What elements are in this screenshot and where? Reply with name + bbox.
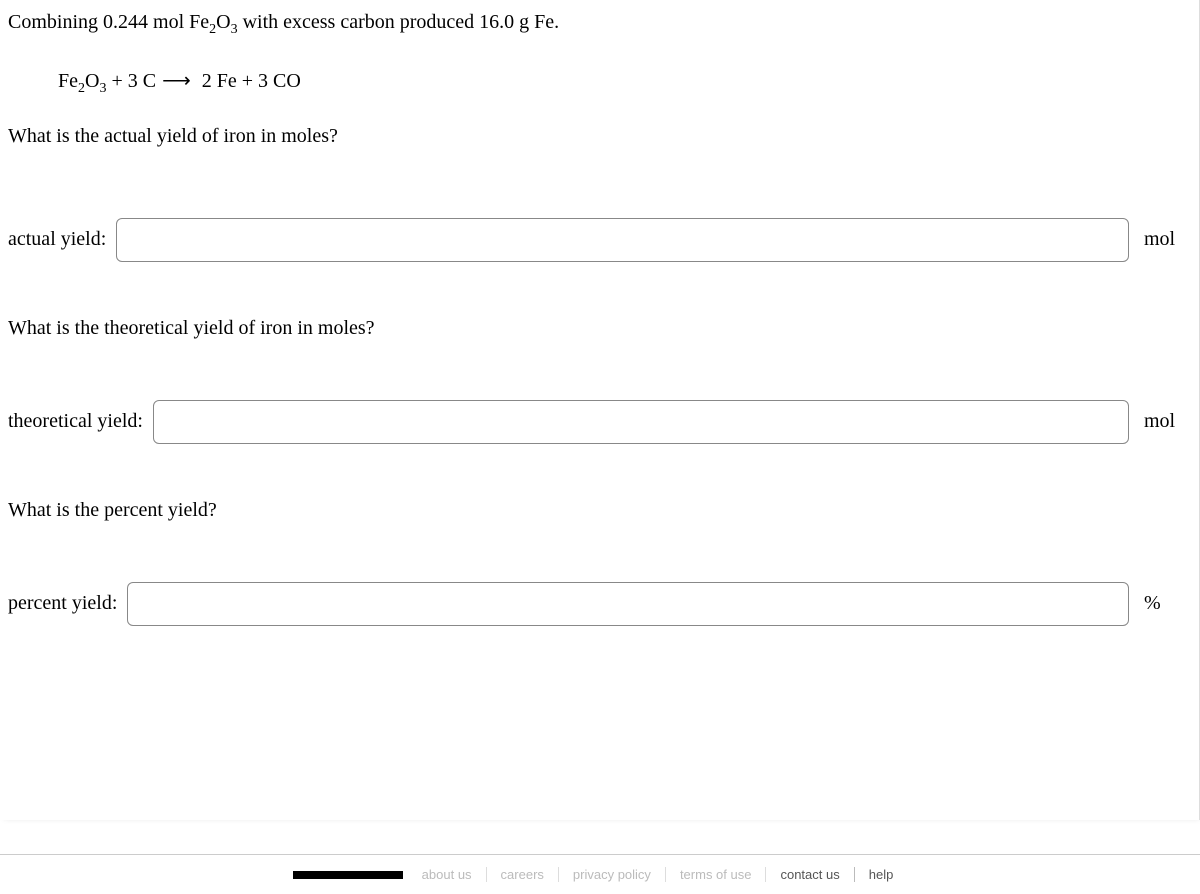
percent-yield-input[interactable] (127, 582, 1129, 626)
percent-yield-label: percent yield: (8, 592, 117, 615)
question-2: What is the theoretical yield of iron in… (8, 317, 1179, 340)
chemical-equation: Fe2O3 + 3 C⟶ 2 Fe + 3 CO (58, 68, 1179, 97)
theoretical-yield-label: theoretical yield: (8, 410, 143, 433)
question-3: What is the percent yield? (8, 499, 1179, 522)
footer-link-faded-2: careers (487, 867, 559, 882)
footer-link-faded-3: privacy policy (559, 867, 666, 882)
footer-link-contact[interactable]: contact us (766, 867, 854, 882)
page-footer: about us careers privacy policy terms of… (0, 854, 1200, 894)
footer-link-help[interactable]: help (855, 867, 908, 882)
theoretical-yield-unit: mol (1144, 410, 1179, 433)
footer-logo-redacted (293, 871, 403, 879)
question-content: Combining 0.244 mol Fe2O3 with excess ca… (0, 0, 1200, 820)
theoretical-yield-row: theoretical yield: mol (8, 400, 1179, 444)
percent-yield-row: percent yield: % (8, 582, 1179, 626)
theoretical-yield-input[interactable] (153, 400, 1129, 444)
footer-link-faded-1: about us (408, 867, 487, 882)
footer-link-faded-4: terms of use (666, 867, 767, 882)
question-1: What is the actual yield of iron in mole… (8, 125, 1179, 148)
actual-yield-unit: mol (1144, 228, 1179, 251)
actual-yield-row: actual yield: mol (8, 218, 1179, 262)
percent-yield-unit: % (1144, 592, 1179, 615)
actual-yield-label: actual yield: (8, 228, 106, 251)
problem-statement: Combining 0.244 mol Fe2O3 with excess ca… (8, 8, 1179, 40)
actual-yield-input[interactable] (116, 218, 1129, 262)
